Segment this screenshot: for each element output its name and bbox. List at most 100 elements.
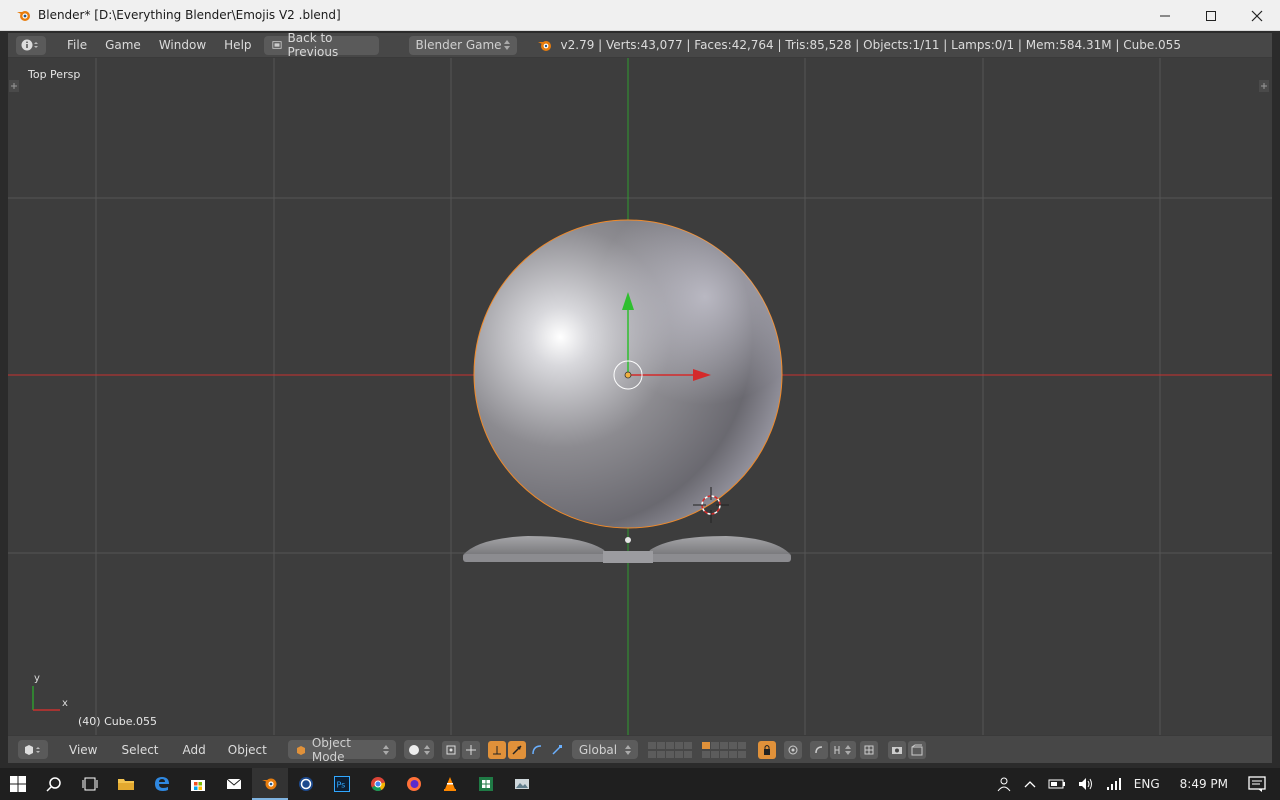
back-to-previous-button[interactable]: Back to Previous (263, 31, 379, 59)
menu-help[interactable]: Help (215, 38, 260, 52)
render-still-icon[interactable] (887, 740, 906, 759)
menu-view[interactable]: View (60, 743, 106, 757)
input-language[interactable]: ENG (1134, 777, 1160, 791)
firefox-icon (407, 777, 421, 791)
3d-view-header: View Select Add Object Object Mode Globa… (8, 735, 1272, 764)
active-object-label: (40) Cube.055 (78, 715, 157, 728)
snap-icon[interactable] (809, 740, 828, 759)
menu-add[interactable]: Add (174, 743, 215, 757)
mail-button[interactable] (216, 768, 252, 800)
lock-layers-icon[interactable] (757, 740, 776, 759)
chrome-button[interactable] (360, 768, 396, 800)
close-button[interactable] (1234, 0, 1280, 31)
cinema4d-icon (299, 777, 313, 791)
layers-grid-icon[interactable] (701, 741, 750, 759)
info-icon (21, 39, 38, 51)
edge-button[interactable] (144, 768, 180, 800)
info-header: File Game Window Help Back to Previous B… (8, 31, 1272, 59)
search-icon (46, 777, 61, 792)
blender-taskbar-button[interactable] (252, 768, 288, 800)
updown-arrows-icon (382, 744, 389, 755)
editor-type-button[interactable] (16, 35, 46, 55)
render-animation-icon[interactable] (907, 740, 926, 759)
updown-arrows-icon (503, 40, 510, 50)
translate-manipulator-icon[interactable] (507, 740, 526, 759)
file-explorer-button[interactable] (108, 768, 144, 800)
viewport-grid (8, 58, 1272, 735)
editor-type-button[interactable] (18, 740, 48, 759)
store-button[interactable] (180, 768, 216, 800)
store-icon (191, 780, 205, 791)
proportional-edit-icon[interactable] (783, 740, 802, 759)
start-button[interactable] (0, 768, 36, 800)
interaction-mode-value: Object Mode (311, 735, 351, 764)
people-icon[interactable] (996, 776, 1012, 792)
maximize-button[interactable] (1188, 0, 1234, 31)
snap-target-icon[interactable] (859, 740, 878, 759)
edge-icon (155, 777, 169, 791)
scale-manipulator-icon[interactable] (548, 741, 566, 759)
render-engine-select[interactable]: Blender Game (408, 35, 517, 55)
render-engine-value: Blender Game (415, 38, 502, 52)
vlc-icon (444, 777, 456, 791)
svg-text:Ps: Ps (337, 781, 346, 790)
origins-only-icon[interactable] (461, 740, 480, 759)
layer-buttons[interactable] (647, 741, 750, 759)
3d-view-icon (25, 744, 40, 755)
menu-window[interactable]: Window (150, 38, 215, 52)
photos-icon (515, 779, 529, 789)
close-icon (1251, 10, 1263, 21)
blender-logo-icon (262, 778, 277, 790)
snap-element-icon[interactable] (829, 740, 856, 759)
window-title: Blender* [D:\Everything Blender\Emojis V… (38, 8, 341, 22)
viewport-shading-select[interactable] (403, 740, 434, 759)
menu-select[interactable]: Select (112, 743, 167, 757)
view-label: Top Persp (28, 68, 81, 81)
scene-stats: v2.79 | Verts:43,077 | Faces:42,764 | Tr… (560, 38, 1181, 52)
signal-icon[interactable] (1106, 777, 1122, 791)
spreadsheet-icon (479, 777, 493, 791)
volume-icon[interactable] (1078, 777, 1094, 791)
updown-arrows-icon (624, 744, 631, 755)
photoshop-button[interactable]: Ps (324, 768, 360, 800)
menu-object[interactable]: Object (219, 743, 276, 757)
firefox-button[interactable] (396, 768, 432, 800)
rotate-manipulator-icon[interactable] (528, 741, 546, 759)
manipulator-toggle-icon[interactable] (487, 740, 506, 759)
screen-icon (271, 41, 282, 49)
menu-game[interactable]: Game (96, 38, 150, 52)
folder-icon (118, 779, 134, 790)
object-mode-icon (296, 745, 305, 755)
chevron-up-icon[interactable] (1024, 779, 1036, 789)
task-view-button[interactable] (72, 768, 108, 800)
task-view-icon (82, 777, 98, 791)
chrome-icon (371, 777, 386, 791)
minimize-button[interactable] (1142, 0, 1188, 31)
windows-logo-icon (10, 776, 26, 792)
3d-viewport[interactable]: Top Persp y x (40) Cube.055 (8, 58, 1272, 735)
battery-icon[interactable] (1048, 778, 1066, 790)
window-titlebar: Blender* [D:\Everything Blender\Emojis V… (0, 0, 1280, 31)
corner-plus-icon[interactable] (9, 80, 19, 92)
transform-orientation-select[interactable]: Global (571, 740, 638, 759)
transform-orientation-value: Global (578, 742, 618, 757)
corner-plus-icon[interactable] (1259, 80, 1269, 92)
notifications-icon[interactable] (1248, 776, 1266, 792)
solid-shading-icon (408, 744, 419, 755)
layers-grid-icon[interactable] (647, 741, 696, 759)
search-button[interactable] (36, 768, 72, 800)
pivot-point-icon[interactable] (441, 740, 460, 759)
blender-logo-icon (537, 41, 551, 51)
axis-label-x: x (62, 698, 68, 709)
system-tray: ENG 8:49 PM (990, 768, 1280, 800)
photos-button[interactable] (504, 768, 540, 800)
axis-label-y: y (34, 673, 40, 684)
spreadsheet-button[interactable] (468, 768, 504, 800)
cinema4d-button[interactable] (288, 768, 324, 800)
vlc-button[interactable] (432, 768, 468, 800)
menu-file[interactable]: File (58, 38, 96, 52)
interaction-mode-select[interactable]: Object Mode (287, 736, 396, 764)
clock[interactable]: 8:49 PM (1180, 777, 1228, 791)
updown-arrows-icon (423, 744, 430, 755)
blender-logo-icon (17, 11, 30, 21)
